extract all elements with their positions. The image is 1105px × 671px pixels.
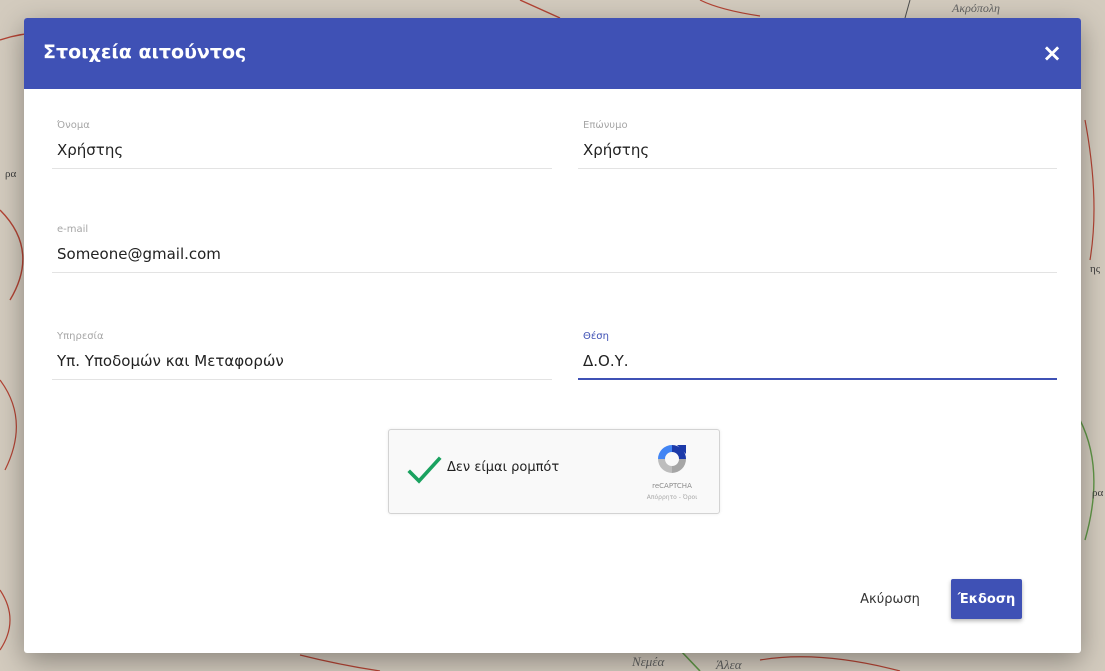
email-field[interactable]: e-mail Someone@gmail.com [52, 224, 1057, 276]
dialog-header: Στοιχεία αιτούντος × [24, 18, 1081, 89]
recaptcha-brand: reCAPTCHA [652, 482, 692, 490]
checkmark-icon [407, 456, 442, 484]
first-name-input[interactable]: Χρήστης [57, 141, 123, 159]
recaptcha-widget: Δεν είμαι ρομπότ reCAPTCHA Απόρρητο - Όρ… [388, 429, 720, 514]
recaptcha-privacy-terms[interactable]: Απόρρητο - Όροι [629, 494, 715, 501]
close-icon[interactable]: × [1039, 40, 1065, 66]
email-label: e-mail [57, 224, 89, 235]
field-underline [578, 168, 1057, 169]
position-label: Θέση [583, 331, 609, 342]
position-input[interactable]: Δ.Ο.Υ. [583, 352, 629, 370]
field-underline-focused [578, 378, 1057, 380]
issue-button[interactable]: Έκδοση [951, 579, 1022, 619]
recaptcha-label: Δεν είμαι ρομπότ [447, 460, 560, 475]
last-name-field[interactable]: Επώνυμο Χρήστης [578, 120, 1057, 172]
field-underline [52, 379, 552, 380]
dialog-title: Στοιχεία αιτούντος [43, 41, 247, 63]
service-input[interactable]: Υπ. Υποδομών και Μεταφορών [57, 352, 284, 370]
service-label: Υπηρεσία [57, 331, 104, 342]
first-name-label: Όνομα [57, 120, 90, 131]
field-underline [52, 168, 552, 169]
last-name-input[interactable]: Χρήστης [583, 141, 649, 159]
service-field[interactable]: Υπηρεσία Υπ. Υποδομών και Μεταφορών [52, 331, 552, 383]
position-field[interactable]: Θέση Δ.Ο.Υ. [578, 331, 1057, 383]
cancel-button[interactable]: Ακύρωση [850, 584, 930, 614]
recaptcha-logo-icon [655, 442, 689, 476]
email-input[interactable]: Someone@gmail.com [57, 245, 221, 263]
last-name-label: Επώνυμο [583, 120, 628, 131]
first-name-field[interactable]: Όνομα Χρήστης [52, 120, 552, 172]
applicant-details-dialog: Στοιχεία αιτούντος × Όνομα Χρήστης Επώνυ… [24, 18, 1081, 653]
recaptcha-checkbox[interactable] [405, 452, 443, 490]
field-underline [52, 272, 1057, 273]
